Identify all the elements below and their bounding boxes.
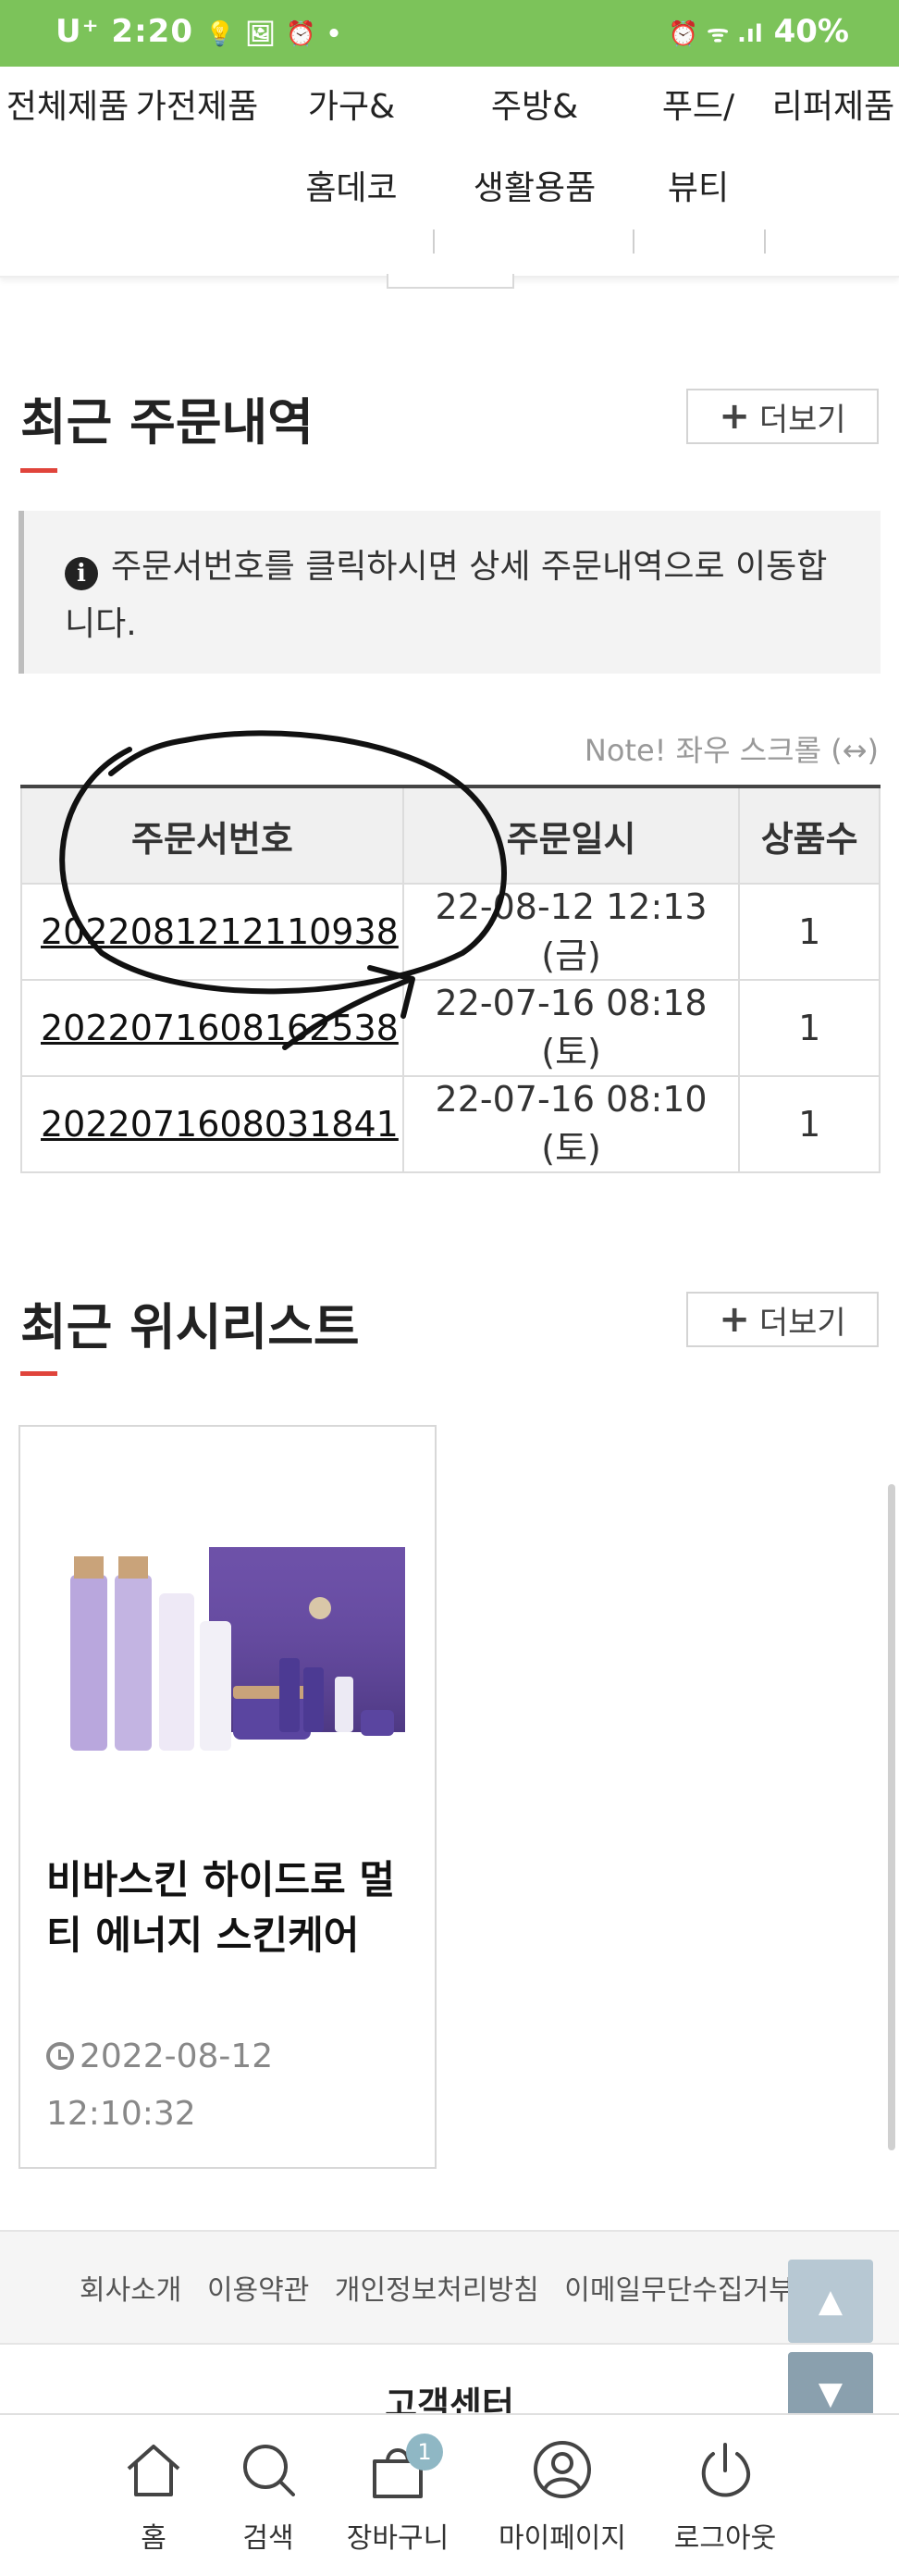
status-right: ⏰ ᯤ .ıl 40% (669, 13, 849, 50)
status-bar: U⁺ 2:20 💡 🖼 ⏰ • ⏰ ᯤ .ıl 40% (0, 0, 899, 67)
order-number-link[interactable]: 2022071608031841 (20, 1075, 404, 1173)
tab-label: 검색 (242, 2522, 294, 2555)
more-label: 더보기 (758, 401, 846, 439)
bottle (200, 1621, 231, 1751)
tab-label: 로그아웃 (673, 2522, 777, 2555)
product-image (70, 1547, 405, 1751)
wishlist-time: 12:10:32 (46, 2095, 196, 2133)
category-label: 푸드/ (661, 88, 735, 126)
bottle (159, 1593, 194, 1751)
recent-orders-title: 최근 주문내역 (20, 393, 314, 452)
user-icon (534, 2441, 591, 2498)
info-icon: i (65, 557, 98, 590)
carrier-label: U⁺ (55, 13, 100, 50)
category-divider (633, 229, 634, 254)
category-label: 가전제품 (135, 88, 259, 126)
tab-label: 마이페이지 (499, 2522, 626, 2555)
category-label-2: 홈데코 (305, 169, 398, 207)
battery-level: 40% (773, 13, 849, 50)
wishlist-item-name: 비바스킨 하이드로 멀티 에너지 스킨케어 (46, 1857, 396, 1958)
notice-text-wrap: i 주문서번호를 클릭하시면 상세 주문내역으로 이동합니다. (65, 539, 842, 653)
category-label: 주방& (490, 88, 579, 126)
tab-mypage[interactable]: 마이페이지 (488, 2415, 636, 2576)
status-time: 2:20 (111, 13, 193, 50)
category-label-2: 생활용품 (473, 169, 597, 207)
footer-link-email-policy[interactable]: 이메일무단수집거부 (564, 2274, 794, 2307)
category-furniture[interactable]: 가구& 홈데코 (277, 67, 425, 229)
category-all[interactable]: 전체제품 (0, 67, 135, 148)
category-refurbished[interactable]: 리퍼제품 (764, 67, 899, 148)
mini-jar (361, 1710, 394, 1736)
cart-badge: 1 (406, 2434, 443, 2471)
bottle-cap (118, 1556, 148, 1579)
footer-links: 회사소개 이용약관 개인정보처리방침 이메일무단수집거부 (0, 2230, 899, 2345)
status-right-icons: ⏰ ᯤ .ıl (668, 20, 763, 48)
mini-bottle (303, 1667, 324, 1732)
bottle-cap (74, 1556, 104, 1579)
mini-bottle (335, 1677, 353, 1732)
tab-cart[interactable]: 1 장바구니 (324, 2415, 472, 2576)
order-date: 22-07-16 08:10 (토) (401, 1075, 741, 1173)
more-label: 더보기 (758, 1304, 846, 1342)
notice-text: 주문서번호를 클릭하시면 상세 주문내역으로 이동합니다. (65, 548, 828, 643)
footer-link-company[interactable]: 회사소개 (80, 2274, 181, 2307)
triangle-down-icon: ▼ (818, 2375, 844, 2412)
bottle (70, 1575, 107, 1751)
status-left-icons: 💡 🖼 ⏰ • (204, 20, 343, 48)
status-left: U⁺ 2:20 💡 🖼 ⏰ • (55, 13, 342, 50)
title-accent-bar (20, 468, 57, 473)
wishlist-item-date: 2022-08-12 12:10:32 (46, 2028, 416, 2143)
footer-link-privacy[interactable]: 개인정보처리방침 (335, 2274, 539, 2307)
table-row: 2022071608031841 22-07-16 08:10 (토) 1 (20, 1075, 881, 1173)
annotation-circle (59, 730, 507, 995)
brand-emblem (309, 1597, 331, 1619)
footer-link-terms[interactable]: 이용약관 (207, 2274, 309, 2307)
category-label-2: 뷰티 (667, 169, 730, 207)
clock-icon (46, 2042, 74, 2070)
search-icon (243, 2445, 295, 2496)
category-divider (433, 229, 435, 254)
plus-icon: + (719, 395, 750, 438)
triangle-up-icon: ▲ (818, 2283, 844, 2320)
wishlist-date: 2022-08-12 (80, 2037, 274, 2075)
category-nav: 전체제품 가전제품 가구& 홈데코 주방& 생활용품 푸드/ 뷰티 리퍼제품 (0, 67, 899, 278)
wishlist-title: 최근 위시리스트 (20, 1298, 360, 1356)
nav-toggle-tab[interactable] (387, 274, 514, 289)
footer-links-row: 회사소개 이용약관 개인정보처리방침 이메일무단수집거부 (80, 2267, 811, 2308)
category-label: 전체제품 (6, 88, 129, 126)
tab-logout[interactable]: 로그아웃 (651, 2415, 799, 2576)
bottle (115, 1575, 152, 1751)
info-notice: i 주문서번호를 클릭하시면 상세 주문내역으로 이동합니다. (18, 511, 881, 674)
tab-label: 장바구니 (346, 2522, 450, 2555)
title-accent-bar (20, 1371, 57, 1376)
category-label: 리퍼제품 (771, 88, 895, 126)
category-divider (764, 229, 766, 254)
order-qty: 1 (738, 1075, 881, 1173)
handwritten-annotation (59, 730, 507, 1050)
category-appliances[interactable]: 가전제품 (129, 67, 265, 148)
mini-bottle (279, 1658, 300, 1732)
plus-icon: + (719, 1298, 750, 1341)
wishlist-card[interactable]: 비바스킨 하이드로 멀티 에너지 스킨케어 2022-08-12 12:10:3… (18, 1425, 437, 2169)
bottom-tab-bar: 홈 검색 1 장바구니 마이페이지 로그아웃 (0, 2413, 899, 2576)
tab-search[interactable]: 검색 (194, 2415, 342, 2576)
scroll-top-button[interactable]: ▲ (788, 2260, 873, 2343)
category-kitchen[interactable]: 주방& 생활용품 (444, 67, 625, 229)
page-scrollbar[interactable] (888, 1484, 895, 2150)
cart-icon-wrap: 1 (367, 2434, 443, 2500)
orders-more-button[interactable]: + 더보기 (686, 389, 879, 444)
category-food-beauty[interactable]: 푸드/ 뷰티 (638, 67, 758, 229)
category-label: 가구& (307, 88, 396, 126)
power-icon (701, 2443, 751, 2497)
wishlist-more-button[interactable]: + 더보기 (686, 1292, 879, 1347)
home-icon (127, 2445, 180, 2496)
